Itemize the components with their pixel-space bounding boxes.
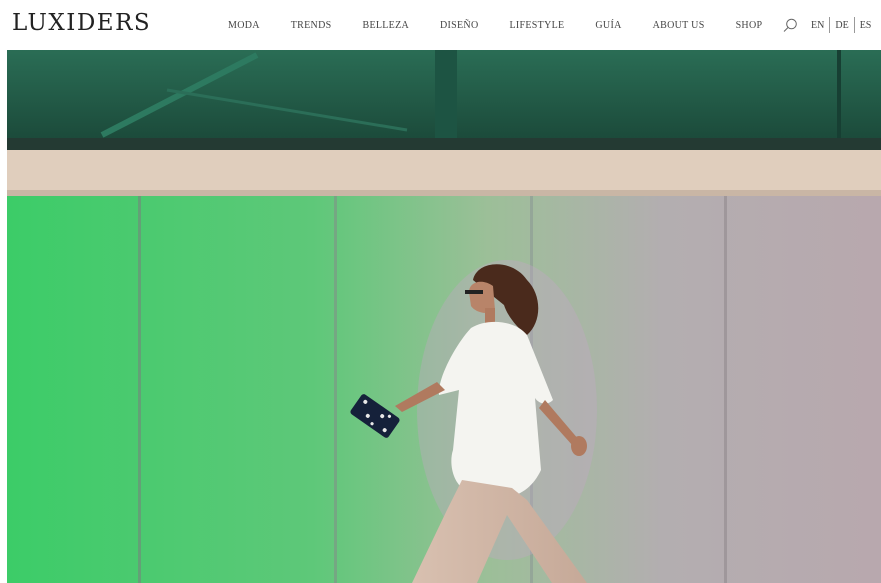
lang-de[interactable]: DE xyxy=(830,20,853,31)
hero-image[interactable] xyxy=(7,50,881,583)
nav-item-moda[interactable]: MODA xyxy=(228,20,260,31)
lang-es[interactable]: ES xyxy=(855,20,877,31)
lang-en[interactable]: EN xyxy=(806,20,829,31)
nav-item-guia[interactable]: GUÍA xyxy=(595,20,621,31)
site-logo[interactable]: LUXIDERS xyxy=(12,10,151,36)
hero-photo xyxy=(7,50,881,583)
nav-item-about-us[interactable]: ABOUT US xyxy=(653,20,705,31)
nav-item-trends[interactable]: TRENDS xyxy=(291,20,332,31)
main-nav: MODA TRENDS BELLEZA DISEÑO LIFESTYLE GUÍ… xyxy=(228,20,762,31)
search-icon[interactable] xyxy=(783,18,798,33)
site-header: LUXIDERS MODA TRENDS BELLEZA DISEÑO LIFE… xyxy=(0,0,881,50)
nav-item-belleza[interactable]: BELLEZA xyxy=(362,20,409,31)
nav-item-shop[interactable]: SHOP xyxy=(736,20,763,31)
header-tools: EN DE ES xyxy=(783,17,876,33)
nav-item-diseno[interactable]: DISEÑO xyxy=(440,20,478,31)
nav-item-lifestyle[interactable]: LIFESTYLE xyxy=(509,20,564,31)
